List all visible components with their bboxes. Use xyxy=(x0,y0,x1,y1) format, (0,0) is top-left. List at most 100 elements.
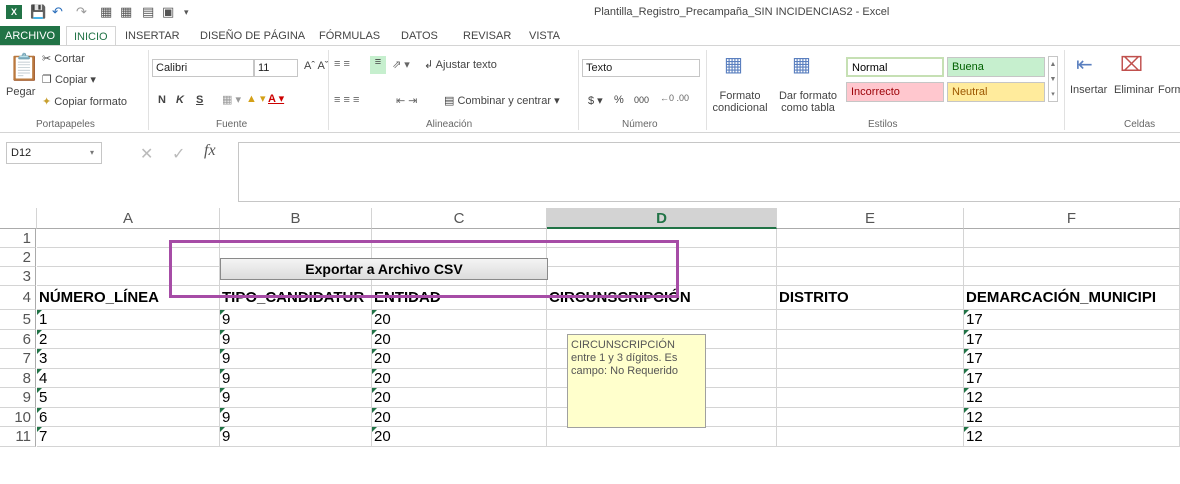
bold-button[interactable]: N xyxy=(158,94,166,106)
grid-cell[interactable]: 20 xyxy=(372,349,547,369)
grid-cell[interactable] xyxy=(777,229,964,248)
indent-icon[interactable]: ⇤ ⇥ xyxy=(396,94,418,107)
grid-cell[interactable] xyxy=(777,407,964,427)
currency-button[interactable]: $ ▾ xyxy=(588,94,603,107)
grid-cell[interactable] xyxy=(964,229,1180,248)
cancel-icon[interactable]: ✕ xyxy=(140,144,153,164)
save-icon[interactable]: 💾 xyxy=(30,4,46,20)
grid-cell[interactable]: 20 xyxy=(372,368,547,388)
grid-cell[interactable]: 9 xyxy=(220,368,372,388)
tab-insertar[interactable]: INSERTAR xyxy=(118,26,187,46)
font-name-select[interactable]: Calibri xyxy=(152,59,254,77)
customize-qat-icon[interactable]: ▾ xyxy=(184,4,189,20)
grid-cell[interactable]: 17 xyxy=(964,349,1180,369)
column-header-d[interactable]: D xyxy=(547,208,777,229)
grid-cell[interactable]: 9 xyxy=(220,329,372,349)
grid-cell[interactable]: 20 xyxy=(372,310,547,330)
format-as-table-icon[interactable]: ▦ xyxy=(792,52,811,77)
font-size-select[interactable]: 11 xyxy=(254,59,298,77)
grid-cell[interactable]: 5 xyxy=(37,388,220,408)
grid-cell[interactable] xyxy=(547,310,777,330)
format-painter-button[interactable]: ✦ Copiar formato xyxy=(42,95,127,108)
insert-function-icon[interactable]: fx xyxy=(204,142,216,160)
row-header[interactable]: 2 xyxy=(0,248,36,267)
grid-cell[interactable]: 6 xyxy=(37,407,220,427)
styles-scroll[interactable]: ▲ ▼ ▾ xyxy=(1048,56,1058,102)
grid-cell[interactable]: 12 xyxy=(964,427,1180,447)
grid-cell[interactable]: 9 xyxy=(220,388,372,408)
grid-cell[interactable]: 9 xyxy=(220,427,372,447)
grid-cell[interactable] xyxy=(777,329,964,349)
style-neutral[interactable]: Neutral xyxy=(947,82,1045,102)
tab-formulas[interactable]: FÓRMULAS xyxy=(312,26,387,46)
style-normal[interactable]: Normal xyxy=(846,57,944,77)
style-good[interactable]: Buena xyxy=(947,57,1045,77)
grid-cell[interactable]: 20 xyxy=(372,329,547,349)
grid-cell[interactable]: 20 xyxy=(372,427,547,447)
row-header[interactable]: 5 xyxy=(0,310,36,330)
grid-cell[interactable]: 9 xyxy=(220,349,372,369)
row-header[interactable]: 3 xyxy=(0,267,36,286)
italic-button[interactable]: K xyxy=(176,94,184,106)
insert-cells-button[interactable]: Insertar xyxy=(1070,84,1107,96)
insert-cells-icon[interactable]: ⇤ xyxy=(1076,52,1093,77)
grid-cell[interactable]: 17 xyxy=(964,368,1180,388)
enter-icon[interactable]: ✓ xyxy=(172,144,185,164)
redo-icon[interactable]: ↷ xyxy=(76,4,87,20)
filter-icon[interactable]: ▦ xyxy=(120,4,132,20)
merge-center-button[interactable]: ▤ Combinar y centrar ▾ xyxy=(444,94,560,107)
format-cells-button[interactable]: Form xyxy=(1158,84,1180,96)
tab-archivo[interactable]: ARCHIVO xyxy=(0,26,61,46)
grid-cell[interactable]: 9 xyxy=(220,407,372,427)
grid-cell[interactable]: DEMARCACIÓN_MUNICIPI xyxy=(964,286,1180,310)
align-top-icon[interactable]: ≡ ≡ xyxy=(334,58,350,70)
column-header-f[interactable]: F xyxy=(964,208,1180,229)
grid-cell[interactable] xyxy=(777,248,964,267)
column-header-b[interactable]: B xyxy=(220,208,372,229)
grid-cell[interactable]: 12 xyxy=(964,407,1180,427)
font-color-icon[interactable]: A ▾ xyxy=(268,92,284,105)
grid-cell[interactable]: 20 xyxy=(372,388,547,408)
delete-cells-icon[interactable]: ⌧ xyxy=(1120,52,1143,77)
grid-cell[interactable] xyxy=(777,349,964,369)
fill-color-icon[interactable]: ▲ ▾ xyxy=(246,92,265,105)
thousands-button[interactable]: 000 xyxy=(634,95,649,105)
row-header[interactable]: 7 xyxy=(0,349,36,369)
column-header-c[interactable]: C xyxy=(372,208,547,229)
grid-cell[interactable]: 12 xyxy=(964,388,1180,408)
number-format-select[interactable]: Texto xyxy=(582,59,700,77)
row-header[interactable]: 6 xyxy=(0,329,36,349)
orientation-icon[interactable]: ⇗ ▾ xyxy=(392,58,410,71)
row-header[interactable]: 11 xyxy=(0,427,36,447)
grid-cell[interactable] xyxy=(547,427,777,447)
style-bad[interactable]: Incorrecto xyxy=(846,82,944,102)
grid-cell[interactable]: 9 xyxy=(220,310,372,330)
grid-cell[interactable] xyxy=(777,388,964,408)
conditional-format-icon[interactable]: ▦ xyxy=(724,52,743,77)
row-header[interactable]: 4 xyxy=(0,286,36,310)
name-box-dropdown-icon[interactable]: ▾ xyxy=(90,148,94,157)
align-left-icon[interactable]: ≡ ≡ ≡ xyxy=(334,94,359,106)
copy-button[interactable]: ❐ Copiar ▾ xyxy=(42,73,96,86)
format-as-table-button[interactable]: Dar formato como tabla xyxy=(774,90,842,114)
align-middle-icon[interactable]: ≡ xyxy=(370,56,386,74)
tab-revisar[interactable]: REVISAR xyxy=(456,26,518,46)
tab-datos[interactable]: DATOS xyxy=(394,26,445,46)
row-header[interactable]: 9 xyxy=(0,388,36,408)
export-csv-button[interactable]: Exportar a Archivo CSV xyxy=(220,258,548,280)
paste-icon[interactable]: 📋 xyxy=(8,52,40,83)
grid-cell[interactable] xyxy=(777,368,964,388)
row-header[interactable]: 1 xyxy=(0,229,36,248)
grid-cell[interactable]: 20 xyxy=(372,407,547,427)
undo-icon[interactable]: ↶ xyxy=(52,4,63,20)
underline-button[interactable]: S xyxy=(196,94,203,106)
sort-icon[interactable]: ▦ xyxy=(100,4,112,20)
wrap-text-button[interactable]: ↲ Ajustar texto xyxy=(424,58,497,71)
select-all-corner[interactable] xyxy=(0,208,37,229)
paste-button[interactable]: Pegar xyxy=(6,86,35,98)
grow-font-icon[interactable]: Aˆ Aˇ xyxy=(304,60,328,72)
name-box[interactable]: D12 xyxy=(6,142,102,164)
formula-input[interactable] xyxy=(238,142,1180,202)
grid-cell[interactable] xyxy=(964,248,1180,267)
row-header[interactable]: 8 xyxy=(0,368,36,388)
